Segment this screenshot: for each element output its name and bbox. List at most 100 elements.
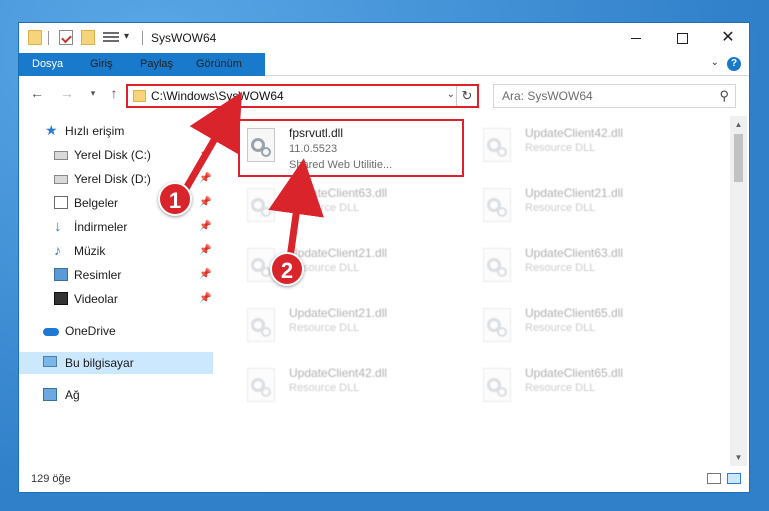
properties-icon[interactable]	[59, 30, 73, 45]
large-icons-view-icon[interactable]	[727, 473, 741, 484]
disk-icon	[54, 175, 68, 184]
file-item[interactable]: UpdateClient65.dll Resource DLL	[477, 300, 697, 356]
tab-share[interactable]: Paylaş	[131, 53, 182, 75]
file-item-fpsrvutl[interactable]: fpsrvutl.dll 11.0.5523 Shared Web Utilit…	[241, 120, 461, 176]
close-icon: ✕	[721, 29, 735, 46]
address-path[interactable]: C:\Windows\SysWOW64	[151, 89, 284, 103]
search-input[interactable]	[500, 88, 704, 104]
pin-icon[interactable]: 📌	[199, 288, 211, 310]
file-item[interactable]: UpdateClient63.dll Resource DLL	[241, 180, 461, 236]
address-bar[interactable]: C:\Windows\SysWOW64 ⌄ ↻	[126, 84, 479, 108]
details-view-icon[interactable]	[707, 473, 721, 484]
sidebar-item-label: Ağ	[65, 388, 80, 402]
file-name: UpdateClient63.dll	[289, 186, 388, 200]
sidebar-item-label: Yerel Disk (C:)	[74, 148, 151, 162]
file-item[interactable]: UpdateClient65.dll Resource DLL	[477, 360, 697, 416]
file-name: UpdateClient42.dll	[525, 126, 624, 140]
sidebar-item-onedrive[interactable]: OneDrive	[19, 320, 213, 342]
file-name: UpdateClient65.dll	[525, 306, 624, 320]
navigation-pane: ★ Hızlı erişim Yerel Disk (C:) 📌 Yerel D…	[19, 116, 215, 466]
callout-badge-1: 1	[158, 182, 192, 216]
title-bar: ▾ SysWOW64 ✕	[19, 23, 749, 53]
folder-icon[interactable]	[28, 30, 42, 45]
help-icon[interactable]: ?	[727, 57, 741, 71]
dll-file-icon	[247, 128, 275, 162]
file-item[interactable]: UpdateClient42.dll Resource DLL	[241, 360, 461, 416]
sidebar-item-label: Bu bilgisayar	[65, 356, 134, 370]
scroll-up-icon[interactable]: ▲	[730, 116, 747, 133]
item-count: 129 öğe	[31, 473, 71, 485]
scrollbar-thumb[interactable]	[734, 134, 743, 182]
pin-icon[interactable]: 📌	[199, 168, 211, 190]
folder-icon	[133, 90, 146, 102]
chevron-down-icon[interactable]: ▾	[124, 31, 134, 46]
download-icon: ↓	[54, 218, 62, 235]
sidebar-item-this-pc[interactable]: Bu bilgisayar	[19, 352, 213, 374]
status-bar: 129 öğe	[19, 466, 749, 492]
new-folder-icon[interactable]	[81, 30, 95, 45]
callout-badge-2: 2	[270, 252, 304, 286]
sidebar-item-pictures[interactable]: Resimler 📌	[19, 264, 213, 286]
dll-file-icon	[247, 368, 275, 402]
up-button[interactable]: ↑	[106, 85, 122, 101]
refresh-button[interactable]: ↻	[456, 86, 477, 106]
maximize-button[interactable]	[659, 23, 705, 53]
chevron-down-icon[interactable]: ⌄	[447, 89, 455, 100]
scroll-down-icon[interactable]: ▼	[730, 449, 747, 466]
tab-view[interactable]: Görünüm	[187, 53, 251, 75]
file-item[interactable]: UpdateClient42.dll Resource DLL	[477, 120, 697, 176]
vertical-scrollbar[interactable]: ▲ ▼	[730, 116, 747, 466]
navigation-bar: ← → ▾ ↑ C:\Windows\SysWOW64 ⌄ ↻ ⚲	[19, 76, 749, 112]
minimize-icon	[631, 37, 641, 39]
file-item[interactable]: UpdateClient21.dll Resource DLL	[477, 180, 697, 236]
toolbar-divider	[142, 31, 143, 45]
pin-icon[interactable]: 📌	[199, 240, 211, 262]
star-icon: ★	[45, 122, 58, 138]
sidebar-item-label: Müzik	[74, 244, 106, 258]
toolbar-divider	[48, 31, 49, 45]
sidebar-item-videos[interactable]: Videolar 📌	[19, 288, 213, 310]
video-icon	[54, 292, 68, 305]
search-icon[interactable]: ⚲	[719, 88, 729, 104]
customize-toolbar-icon[interactable]	[103, 30, 119, 45]
sidebar-item-music[interactable]: ♪ Müzik 📌	[19, 240, 213, 262]
file-description: Resource DLL	[525, 322, 596, 334]
file-name: UpdateClient21.dll	[289, 246, 388, 260]
sidebar-item-downloads[interactable]: ↓ İndirmeler 📌	[19, 216, 213, 238]
forward-button[interactable]: →	[59, 85, 75, 101]
file-name: UpdateClient21.dll	[525, 186, 624, 200]
search-box[interactable]: ⚲	[493, 84, 736, 108]
file-description: Shared Web Utilitie...	[289, 159, 393, 171]
close-button[interactable]: ✕	[705, 23, 751, 53]
back-button[interactable]: ←	[29, 85, 45, 101]
pin-icon[interactable]: 📌	[199, 216, 211, 238]
file-version: 11.0.5523	[289, 143, 338, 155]
file-description: Resource DLL	[289, 202, 360, 214]
sidebar-item-local-disk-c[interactable]: Yerel Disk (C:) 📌	[19, 144, 213, 166]
network-icon	[43, 388, 57, 401]
dll-file-icon	[247, 308, 275, 342]
file-description: Resource DLL	[525, 382, 596, 394]
file-name: UpdateClient21.dll	[289, 306, 388, 320]
tab-home[interactable]: Giriş	[81, 53, 122, 75]
file-description: Resource DLL	[525, 142, 596, 154]
file-item[interactable]: UpdateClient63.dll Resource DLL	[477, 240, 697, 296]
pin-icon[interactable]: 📌	[199, 144, 211, 166]
sidebar-item-label: Belgeler	[74, 196, 119, 210]
pin-icon[interactable]: 📌	[199, 264, 211, 286]
dll-file-icon	[483, 248, 511, 282]
file-description: Resource DLL	[525, 262, 596, 274]
sidebar-item-label: Videolar	[74, 292, 118, 306]
maximize-icon	[676, 32, 688, 44]
recent-locations-icon[interactable]: ▾	[85, 88, 101, 99]
file-item[interactable]: UpdateClient21.dll Resource DLL	[241, 300, 461, 356]
explorer-window: ▾ SysWOW64 ✕ Dosya Giriş Paylaş Görünüm …	[18, 22, 750, 493]
computer-icon	[43, 356, 57, 367]
minimize-button[interactable]	[613, 23, 659, 53]
file-list: fpsrvutl.dll 11.0.5523 Shared Web Utilit…	[215, 116, 729, 466]
file-description: Resource DLL	[525, 202, 596, 214]
sidebar-item-quick-access[interactable]: ★ Hızlı erişim	[19, 120, 213, 142]
pin-icon[interactable]: 📌	[199, 192, 211, 214]
sidebar-item-network[interactable]: Ağ	[19, 384, 213, 406]
expand-ribbon-icon[interactable]: ⌄	[711, 57, 719, 68]
